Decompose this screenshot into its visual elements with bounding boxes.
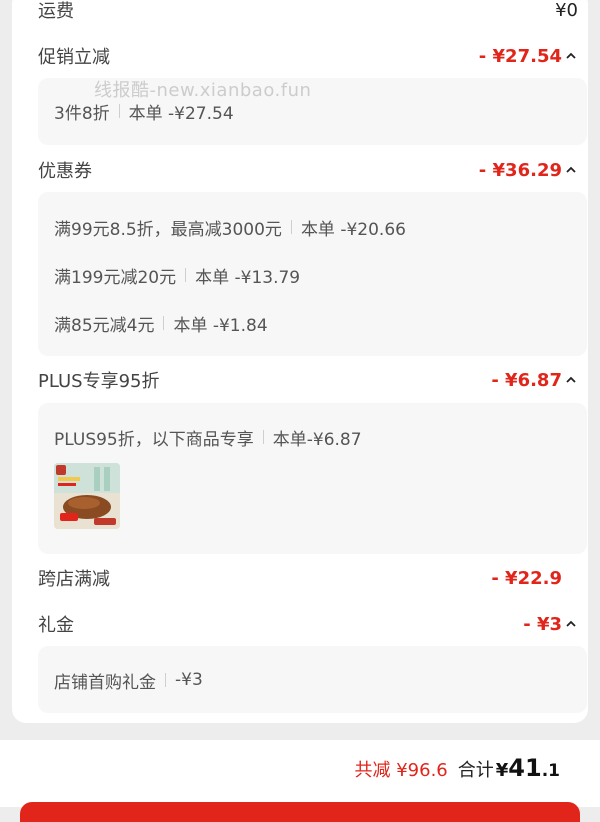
product-image [54,463,120,529]
gift-detail-box: 店铺首购礼金 -¥3 [38,646,587,713]
coupon-label: 优惠券 [38,161,92,182]
divider [118,104,120,118]
promo-row[interactable]: 促销立减 - ¥27.54 [38,41,578,71]
coupon-amount-group: - ¥36.29 [479,160,578,181]
divider [262,430,264,444]
shipping-row: 运费 ¥0 [38,0,578,25]
submit-order-button[interactable] [20,802,580,822]
coupon-item-name: 满199元减20元 [54,267,177,288]
gift-amount: - ¥3 [523,613,562,635]
total-decimal: .1 [541,761,560,781]
plus-row[interactable]: PLUS专享95折 - ¥6.87 [38,365,578,395]
gift-label: 礼金 [38,615,74,636]
divider [185,268,187,282]
coupon-item-value: 本单 -¥1.84 [173,315,268,336]
plus-amount: - ¥6.87 [491,369,562,391]
shipping-amount: ¥0 [555,0,578,21]
gift-detail-value: -¥3 [175,670,203,690]
plus-detail-box: PLUS95折，以下商品专享 本单-¥6.87 [38,403,587,554]
chevron-up-icon[interactable] [564,49,578,63]
plus-amount-group: - ¥6.87 [491,370,578,391]
crossstore-label: 跨店满减 [38,569,110,590]
coupon-item-value: 本单 -¥13.79 [195,267,301,288]
gift-detail-line: 店铺首购礼金 -¥3 [54,667,203,693]
chevron-up-icon[interactable] [564,617,578,631]
crossstore-amount: - ¥22.9 [491,567,562,589]
plus-detail-name: PLUS95折，以下商品专享 [54,429,254,450]
total-saved: 共减 ¥96.6 [354,760,448,781]
coupon-item: 满99元8.5折，最高减3000元 本单 -¥20.66 [54,214,406,240]
coupon-row[interactable]: 优惠券 - ¥36.29 [38,155,578,185]
coupon-item-name: 满85元减4元 [54,315,155,336]
promo-amount-group: - ¥27.54 [479,46,578,67]
divider [165,673,166,687]
promo-label: 促销立减 [38,47,110,68]
plus-detail-value: 本单-¥6.87 [272,429,362,450]
discount-detail-card: 运费 ¥0 促销立减 - ¥27.54 3件8折 本单 -¥27.54 线报酷-… [12,0,588,723]
gift-detail-name: 店铺首购礼金 [54,672,156,693]
total-label: 合计 [457,760,494,781]
coupon-item: 满85元减4元 本单 -¥1.84 [54,310,268,336]
watermark: 线报酷-new.xianbao.fun [94,80,312,101]
coupon-item-name: 满99元8.5折，最高减3000元 [54,219,282,240]
divider [163,316,165,330]
chevron-up-icon[interactable] [564,163,578,177]
promo-detail-name: 3件8折 [54,103,110,124]
order-total: 共减 ¥96.6 合计 ¥ 41 .1 [355,754,561,782]
promo-amount: - ¥27.54 [478,45,562,67]
chevron-up-icon[interactable] [564,373,578,387]
product-thumbnail[interactable] [54,463,120,529]
coupon-detail-box: 满99元8.5折，最高减3000元 本单 -¥20.66 满199元减20元 本… [38,192,587,356]
checkout-footer: 共减 ¥96.6 合计 ¥ 41 .1 [0,740,600,822]
gift-amount-group: - ¥3 [523,614,578,635]
coupon-amount: - ¥36.29 [478,159,562,181]
coupon-item: 满199元减20元 本单 -¥13.79 [54,262,300,288]
divider [290,220,292,234]
total-integer: 41 [508,754,542,782]
gift-row[interactable]: 礼金 - ¥3 [38,609,578,639]
promo-detail-value: 本单 -¥27.54 [128,103,234,124]
coupon-item-value: 本单 -¥20.66 [300,219,406,240]
shipping-label: 运费 [38,1,74,22]
plus-detail-line: PLUS95折，以下商品专享 本单-¥6.87 [54,424,362,450]
total-currency: ¥ [495,760,509,781]
crossstore-row: 跨店满减 - ¥22.9 [38,563,578,593]
plus-label: PLUS专享95折 [38,371,160,392]
